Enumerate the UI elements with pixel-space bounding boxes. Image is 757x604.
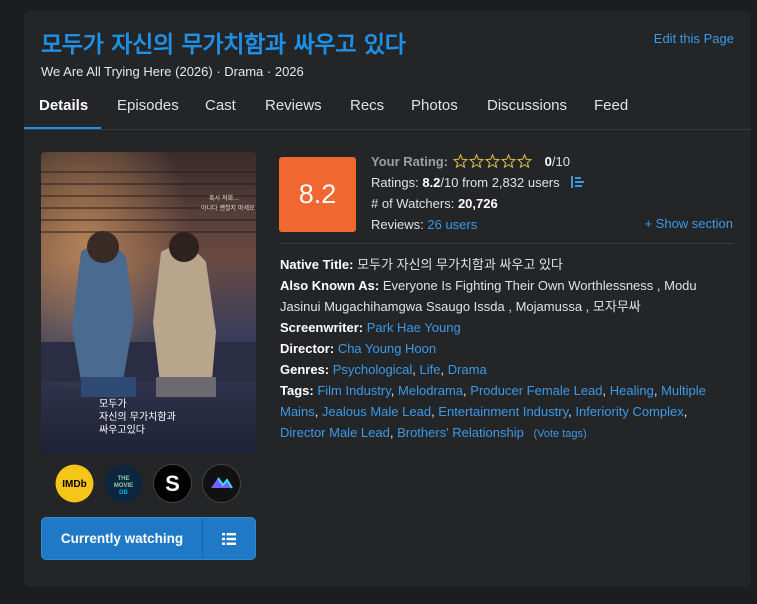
page-title: 모두가 자신의 무가치함과 싸우고 있다 <box>41 32 406 58</box>
your-rating-value: 0 <box>544 154 552 169</box>
ratings-label: Ratings: <box>371 175 419 190</box>
screenwriter-link[interactable]: Park Hae Young <box>367 320 461 335</box>
tag-link[interactable]: Inferiority Complex <box>575 404 683 419</box>
tab-feed[interactable]: Feed <box>594 97 628 114</box>
star-icon[interactable] <box>517 154 532 168</box>
vote-tags-link[interactable]: (Vote tags) <box>533 428 586 440</box>
native-title-value: 모두가 자신의 무가치함과 싸우고 있다 <box>357 257 563 272</box>
svg-text:MOVIE: MOVIE <box>114 483 133 489</box>
reviews-row: Reviews: 26 users <box>371 217 477 232</box>
poster-image[interactable]: 혹시 저희… 아니다 괜찮지 마세요 모두가 자신의 무가치함과 싸우고있다 <box>41 152 256 454</box>
star-icon[interactable] <box>453 154 468 168</box>
currently-watching-button[interactable]: Currently watching <box>42 518 202 559</box>
your-rating-row: Your Rating: <box>371 154 448 169</box>
svg-text:DB: DB <box>119 490 128 496</box>
director-link[interactable]: Cha Young Hoon <box>338 341 436 356</box>
show-details-card: 모두가 자신의 무가치함과 싸우고 있다 Edit this Page We A… <box>24 11 751 587</box>
star-icon[interactable] <box>469 154 484 168</box>
tag-link[interactable]: Producer Female Lead <box>470 383 602 398</box>
active-tab-indicator <box>24 127 101 129</box>
aka-row: Also Known As: Everyone Is Fighting Thei… <box>280 278 697 314</box>
reviews-link[interactable]: 26 users <box>427 217 477 232</box>
tab-bar: Details Episodes Cast Reviews Recs Photo… <box>24 91 751 130</box>
tab-photos[interactable]: Photos <box>411 97 458 114</box>
watch-status-button: Currently watching <box>41 517 256 560</box>
tab-recs[interactable]: Recs <box>350 97 384 114</box>
trakt-icon[interactable] <box>202 464 241 503</box>
ratings-count: /10 from 2,832 users <box>440 175 560 190</box>
genres-label: Genres: <box>280 362 330 377</box>
poster-title-line-1: 모두가 <box>99 398 127 410</box>
watchers-value: 20,726 <box>457 196 498 211</box>
svg-text:아니다 괜찮지 마세요: 아니다 괜찮지 마세요 <box>201 204 255 212</box>
your-rating-max: /10 <box>551 154 570 169</box>
genre-link[interactable]: Drama <box>448 362 487 377</box>
svg-text:혹시 저희…: 혹시 저희… <box>209 194 239 202</box>
show-section-link[interactable]: + Show section <box>644 216 733 231</box>
tag-link[interactable]: Jealous Male Lead <box>322 404 431 419</box>
watchers-label: # of Watchers: <box>371 196 455 211</box>
tags-row: Tags: Film Industry, Melodrama, Producer… <box>280 383 706 440</box>
tab-cast[interactable]: Cast <box>205 97 236 114</box>
reviews-label: Reviews: <box>371 217 424 232</box>
star-icon[interactable] <box>485 154 500 168</box>
tab-episodes[interactable]: Episodes <box>117 97 179 114</box>
native-title-row: Native Title: 모두가 자신의 무가치함과 싸우고 있다 <box>280 254 735 275</box>
svg-text:THE: THE <box>118 476 130 482</box>
tab-discussions[interactable]: Discussions <box>487 97 567 114</box>
tag-link[interactable]: Entertainment Industry <box>438 404 568 419</box>
tag-link[interactable]: Director Male Lead <box>280 425 390 440</box>
screenwriter-row: Screenwriter: Park Hae Young <box>280 317 735 338</box>
edit-page-link[interactable]: Edit this Page <box>654 31 734 46</box>
genre-link[interactable]: Psychological <box>333 362 413 377</box>
tags-label: Tags: <box>280 383 314 398</box>
tab-details[interactable]: Details <box>39 97 88 114</box>
tag-link[interactable]: Melodrama <box>398 383 463 398</box>
svg-text:IMDb: IMDb <box>62 479 86 490</box>
tag-link[interactable]: Film Industry <box>317 383 390 398</box>
aka-value-4: 모자무싸 <box>592 299 641 314</box>
star-rating-input[interactable]: 0/10 <box>453 154 570 169</box>
score-badge: 8.2 <box>279 157 356 232</box>
ratings-row: Ratings: 8.2/10 from 2,832 users <box>371 175 585 190</box>
genres-row: Genres: Psychological, Life, Drama <box>280 362 487 377</box>
tag-link[interactable]: Brothers' Relationship <box>397 425 524 440</box>
svg-text:S: S <box>165 471 180 496</box>
watchers-row: # of Watchers: 20,726 <box>371 196 498 211</box>
screenwriter-label: Screenwriter: <box>280 320 364 335</box>
list-icon <box>222 532 236 545</box>
page-subtitle: We Are All Trying Here (2026) · Drama · … <box>41 64 304 79</box>
simkl-icon[interactable]: S <box>153 464 192 503</box>
aka-label: Also Known As: <box>280 278 380 293</box>
details-list: Native Title: 모두가 자신의 무가치함과 싸우고 있다 Also … <box>280 254 735 445</box>
star-icon[interactable] <box>501 154 516 168</box>
tag-link[interactable]: Healing <box>610 383 654 398</box>
list-menu-button[interactable] <box>203 518 255 559</box>
tab-reviews[interactable]: Reviews <box>265 97 322 114</box>
poster-title-line-2: 자신의 무가치함과 <box>99 411 176 423</box>
imdb-icon[interactable]: IMDb <box>55 464 94 503</box>
genre-link[interactable]: Life <box>420 362 441 377</box>
ratings-value: 8.2 <box>422 175 441 190</box>
external-services: IMDb THE MOVIE DB S <box>55 464 245 506</box>
tmdb-icon[interactable]: THE MOVIE DB <box>104 464 143 503</box>
section-divider <box>279 243 734 244</box>
poster-title-line-3: 싸우고있다 <box>99 424 145 436</box>
your-rating-label: Your Rating: <box>371 154 449 169</box>
director-row: Director: Cha Young Hoon <box>280 338 735 359</box>
rating-stats-icon[interactable] <box>571 176 585 188</box>
aka-value-1: Everyone Is Fighting Their Own Worthless… <box>382 278 654 293</box>
native-title-label: Native Title: <box>280 257 354 272</box>
director-label: Director: <box>280 341 335 356</box>
aka-value-3: Mojamussa <box>515 299 583 314</box>
